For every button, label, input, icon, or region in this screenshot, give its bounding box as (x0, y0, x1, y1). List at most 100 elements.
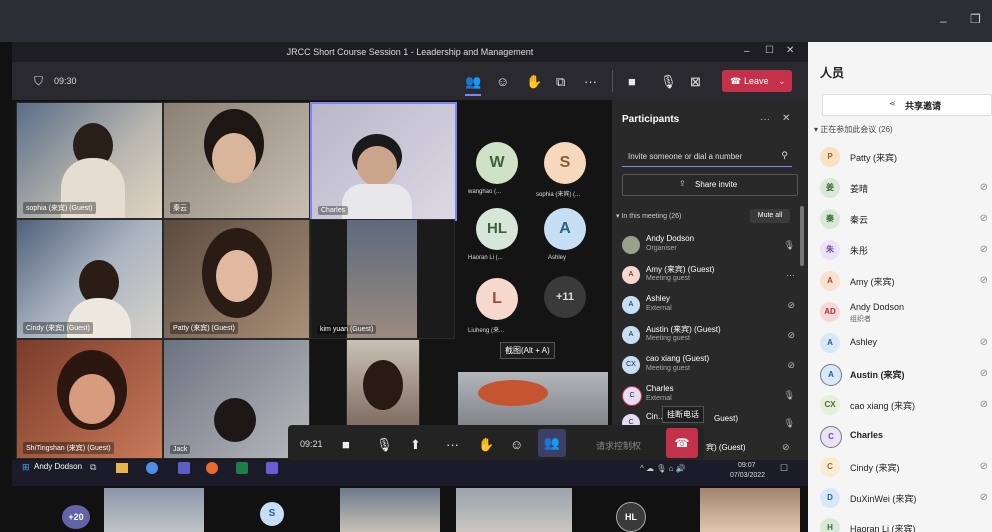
explorer-icon[interactable] (116, 463, 128, 473)
participant-row-austin[interactable]: A Austin (来宾) (Guest) Meeting guest ⊘ (620, 322, 805, 350)
shield-icon: ⛉ (34, 74, 44, 88)
screenshot-tooltip: 截图(Alt + A) (500, 342, 555, 359)
avatar-wanghao[interactable]: W (476, 142, 518, 184)
avatar-sophia[interactable]: S (544, 142, 586, 184)
participant-row-charles[interactable]: C Charles External 🎙 (620, 382, 805, 410)
avatar-hl[interactable]: HL (616, 502, 646, 532)
video-tile-kimyuan[interactable]: kim yuan (Guest) (310, 219, 455, 339)
participant-name: Amy (来宾) (Guest) (646, 265, 715, 274)
avatar: C (820, 426, 842, 448)
mic-muted-icon: ⊘ (979, 368, 988, 379)
more-icon[interactable]: ··· (786, 270, 795, 280)
chat-icon[interactable]: ☺ (496, 74, 509, 89)
mic-icon: 🎙 (783, 418, 795, 428)
people-row-haoranli[interactable]: H Haoran Li (来宾) (818, 514, 992, 532)
avatar: A (820, 333, 840, 353)
gallery-tile[interactable] (340, 488, 440, 532)
avatar: A (820, 271, 840, 291)
tray-icons[interactable]: ^ ☁ 🎙 ⌂ 🔊 (640, 464, 686, 473)
excel-icon[interactable] (236, 462, 248, 474)
people-row-ashley[interactable]: A Ashley ⊘ (818, 329, 992, 359)
people-row-austin[interactable]: A Austin (来宾) ⊘ (818, 360, 992, 390)
more-participants[interactable]: +11 (544, 276, 586, 318)
participant-row-amy[interactable]: A Amy (来宾) (Guest) Meeting guest ··· (620, 262, 805, 290)
maximize-icon[interactable]: ❐ (970, 12, 981, 26)
participant-row-ashley[interactable]: A Ashley External ⊘ (620, 292, 805, 320)
mic-icon[interactable]: 🎙 (376, 437, 393, 453)
people-row-zhutong[interactable]: 朱 朱彤 ⊘ (818, 236, 992, 266)
people-row-cindy[interactable]: C Cindy (来宾) ⊘ (818, 453, 992, 483)
avatar: 姜 (820, 178, 840, 198)
people-row-charles[interactable]: C Charles (818, 422, 992, 452)
people-row-andy[interactable]: AD Andy Dodson 组织者 (818, 298, 992, 328)
people-row-duxinwei[interactable]: D DuXinWei (来宾) ⊘ (818, 484, 992, 514)
win-close-icon[interactable]: ✕ (786, 45, 794, 56)
people-row-jiangqing[interactable]: 姜 姜晴 ⊘ (818, 174, 992, 204)
avatar-haoranli[interactable]: HL (476, 208, 518, 250)
people-row-caoxiang[interactable]: CX cao xiang (来宾) ⊘ (818, 391, 992, 421)
people-row-patty[interactable]: P Patty (来宾) (818, 143, 992, 173)
chevron-down-icon[interactable]: ⌄ (778, 70, 786, 92)
teams-icon[interactable] (178, 462, 190, 474)
leave-button[interactable]: ☎ Leave ⌄ (722, 70, 792, 92)
participant-role: Meeting guest (646, 275, 690, 282)
video-tile-charles[interactable]: Charles (310, 102, 457, 221)
raise-hand-icon[interactable]: ✋ (478, 437, 494, 453)
participant-row-caoxiang[interactable]: CX cao xiang (Guest) Meeting guest ⊘ (620, 352, 805, 380)
participants-icon[interactable]: 👥 (465, 74, 481, 90)
participant-role: Meeting guest (646, 335, 690, 342)
hangup-button[interactable]: ☎ (666, 428, 698, 458)
video-tile-extra[interactable] (346, 339, 420, 429)
people-row-qinyun[interactable]: 秦 秦云 ⊘ (818, 205, 992, 235)
invite-placeholder: Invite someone or dial a number (628, 152, 743, 161)
reactions-icon[interactable]: ✋ (526, 74, 542, 90)
gallery-tile[interactable] (104, 488, 204, 532)
chat-icon[interactable]: ☺ (510, 437, 523, 452)
notification-icon[interactable]: ☐ (780, 463, 788, 474)
windows-start-icon[interactable]: ⊞ (22, 462, 30, 473)
gallery-tile[interactable] (456, 488, 572, 532)
invite-input[interactable]: Invite someone or dial a number ⚲ (622, 148, 792, 167)
browser-icon[interactable] (146, 462, 158, 474)
minimize-icon[interactable]: – (940, 14, 947, 28)
in-meeting-section[interactable]: ▾ 正在参加此会议 (26) (814, 124, 893, 135)
share-icon[interactable]: ⊠ (690, 74, 701, 90)
taskview-icon[interactable]: ⧉ (90, 462, 96, 473)
participants-section-header[interactable]: ▾ In this meeting (26) (616, 212, 681, 220)
mic-icon[interactable]: 🎙 (660, 74, 677, 90)
close-icon[interactable]: ✕ (782, 113, 790, 124)
video-tile-shitingshan[interactable]: ShiTingshan (来宾) (Guest) (16, 339, 163, 459)
share-invite-button[interactable]: ⇪ Share invite (622, 174, 798, 196)
app-icon[interactable] (266, 462, 278, 474)
left-edge (0, 42, 12, 532)
video-tile-cindy[interactable]: Cindy (来宾) (Guest) (16, 219, 163, 339)
people-row-amy[interactable]: A Amy (来宾) ⊘ (818, 267, 992, 297)
share-tray-icon[interactable]: ⬆ (410, 437, 421, 453)
rooms-icon[interactable]: ⧉ (556, 74, 565, 90)
participants-button[interactable]: 👥 (538, 429, 566, 457)
more-icon[interactable]: ··· (760, 114, 770, 125)
avatar-ashley[interactable]: A (544, 208, 586, 250)
avatar-liuheng[interactable]: L (476, 278, 518, 320)
app-icon[interactable] (206, 462, 218, 474)
win-minimize-icon[interactable]: – (744, 46, 750, 57)
camera-icon[interactable]: ■ (342, 437, 350, 452)
person-face (69, 374, 115, 424)
share-invite-button[interactable]: ⋖ 共享邀请 (822, 94, 992, 116)
gallery-tile[interactable] (700, 488, 800, 532)
camera-icon[interactable]: ■ (628, 74, 636, 89)
video-tile-sophia[interactable]: sophia (来宾) (Guest) (16, 102, 163, 219)
participant-row-andy[interactable]: Andy Dodson Organiser 🎙 (620, 232, 805, 260)
video-tile-qinyun[interactable]: 秦云 (163, 102, 310, 219)
more-icon[interactable]: ··· (584, 74, 597, 89)
tile-name: Jack (170, 445, 191, 454)
win-restore-icon[interactable]: ☐ (765, 45, 774, 56)
more-icon[interactable]: ··· (446, 437, 459, 452)
overflow-count[interactable]: +20 (62, 505, 90, 529)
shared-video-tile[interactable] (458, 372, 608, 432)
mic-muted-icon: ⊘ (787, 330, 795, 340)
video-tile-patty[interactable]: Patty (来宾) (Guest) (163, 219, 310, 339)
avatar-s[interactable]: S (260, 502, 284, 526)
request-control-button[interactable]: 请求控制权 (596, 439, 641, 452)
mute-all-button[interactable]: Mute all (750, 209, 790, 223)
